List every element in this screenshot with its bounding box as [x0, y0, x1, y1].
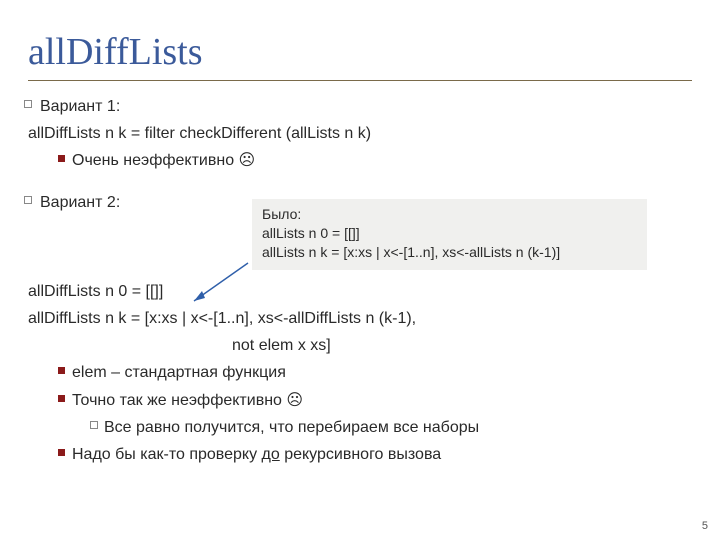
content: Вариант 1: allDiffLists n k = filter che… [28, 95, 692, 466]
slide: allDiffLists Вариант 1: allDiffLists n k… [0, 0, 720, 540]
page-title: allDiffLists [28, 30, 692, 74]
callout-line: Было: [262, 205, 637, 224]
callout-line: allLists n k = [x:xs | x<-[1..n], xs<-al… [262, 243, 637, 262]
text-span: рекурсивного вызова [280, 446, 441, 463]
spacer [28, 177, 692, 187]
list-item: Все равно получится, что перебираем все … [28, 416, 692, 439]
code-line: allDiffLists n 0 = [[]] [28, 280, 692, 303]
callout-line: allLists n 0 = [[]] [262, 224, 637, 243]
body-list: Очень неэффективно ☹ [28, 149, 692, 172]
body-list: Вариант 1: [28, 95, 692, 118]
text-span: Надо бы как-то проверку [72, 446, 262, 463]
code-line: not elem x xs] [28, 334, 692, 357]
title-rule [28, 80, 692, 81]
underlined-text: до [262, 446, 280, 463]
body-list: elem – стандартная функция Точно так же … [28, 361, 692, 466]
list-item: Надо бы как-то проверку до рекурсивного … [28, 443, 692, 466]
code-line: allDiffLists n k = filter checkDifferent… [28, 122, 692, 145]
list-item: Точно так же неэффективно ☹ [28, 389, 692, 412]
callout-box: Было: allLists n 0 = [[]] allLists n k =… [252, 199, 647, 270]
list-item: Очень неэффективно ☹ [28, 149, 692, 172]
list-item: elem – стандартная функция [28, 361, 692, 384]
page-number: 5 [702, 520, 708, 532]
list-item: Вариант 1: [28, 95, 692, 118]
code-line: allDiffLists n k = [x:xs | x<-[1..n], xs… [28, 307, 692, 330]
